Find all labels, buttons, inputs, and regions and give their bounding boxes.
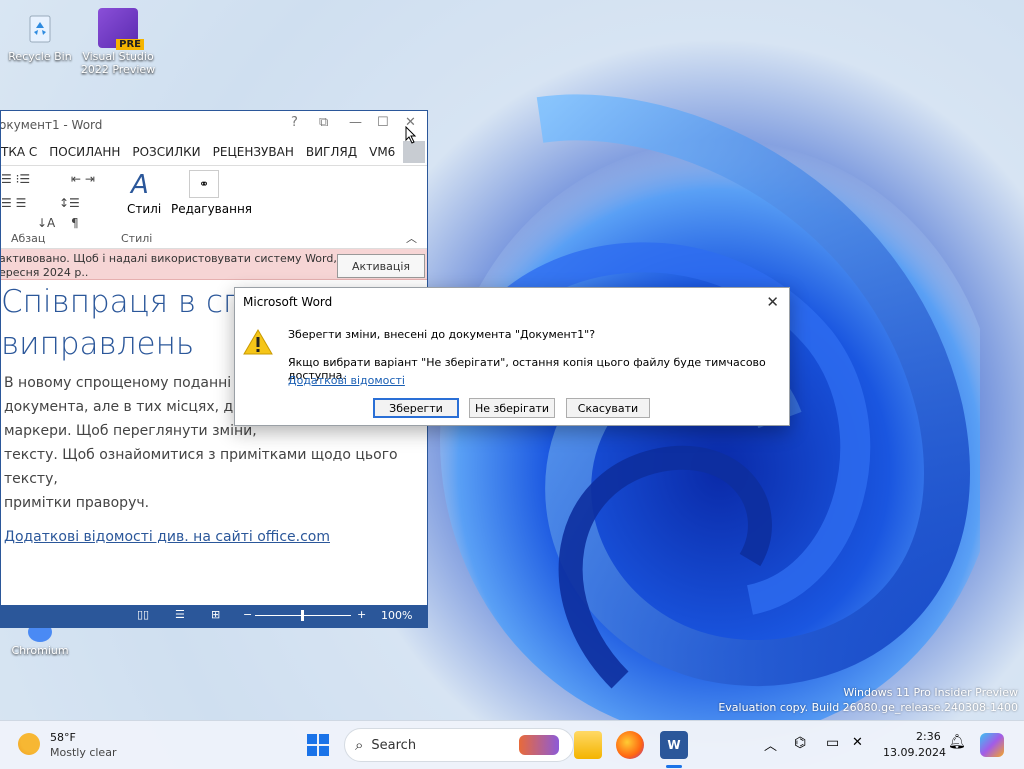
group-label-paragraph: Абзац <box>11 232 46 245</box>
warning-icon <box>243 329 273 355</box>
group-label-styles: Стилі <box>121 232 153 245</box>
activation-text-2: ересня 2024 р.. <box>0 266 89 279</box>
display-icon[interactable]: ▭ <box>826 735 839 751</box>
web-layout-icon[interactable]: ⊞ <box>211 608 220 621</box>
more-info-link[interactable]: Додаткові відомості <box>288 374 405 387</box>
dialog-close-button[interactable]: ✕ <box>766 293 779 311</box>
save-button[interactable]: Зберегти <box>373 398 459 418</box>
pilcrow-icon[interactable]: ¶ <box>71 216 79 230</box>
weather-widget[interactable]: 58°F Mostly clear <box>14 729 124 763</box>
account-name[interactable]: VM6 <box>363 145 401 159</box>
ribbon-tabs: ТКА С ПОСИЛАНН РОЗСИЛКИ РЕЦЕНЗУВАН ВИГЛЯ… <box>1 139 427 166</box>
watermark-line-2: Evaluation copy. Build 26080.ge_release.… <box>718 701 1018 714</box>
list-icon[interactable]: ☰ ⁝☰ <box>1 172 30 186</box>
search-placeholder: Search <box>371 737 417 753</box>
dialog-titlebar[interactable]: Microsoft Word <box>235 288 789 316</box>
dont-save-button[interactable]: Не зберігати <box>469 398 555 418</box>
ribbon-body: ☰ ⁝☰ ⇤ ⇥ ☰ ☰ ↕☰ ↓A ¶ Абзац A Стилі Стилі… <box>1 166 427 249</box>
mouse-cursor-icon <box>405 126 417 144</box>
tray-overflow-icon[interactable]: ︿ <box>764 735 777 754</box>
save-changes-dialog[interactable]: Microsoft Word ✕ Зберегти зміни, внесені… <box>234 287 790 426</box>
word-titlebar[interactable]: окумент1 - Word ? ⧉ — ☐ ✕ <box>1 111 427 139</box>
notification-bell-icon[interactable]: 🔔︎ <box>948 734 966 750</box>
taskbar-search[interactable]: ⌕ Search <box>344 728 574 762</box>
word-window-title: окумент1 - Word <box>0 118 103 132</box>
styles-button-label[interactable]: Стилі <box>127 202 161 216</box>
desktop-icon-recycle-bin[interactable]: Recycle Bin <box>2 4 78 63</box>
copilot-icon[interactable] <box>980 733 1004 757</box>
sort-icon[interactable]: ↓A <box>37 216 55 230</box>
activation-bar: активовано. Щоб і надалі використовувати… <box>1 249 427 280</box>
pre-badge: PRE <box>116 39 144 50</box>
tab-view[interactable]: ВИГЛЯД <box>300 145 363 159</box>
volume-muted-icon[interactable]: ✕ <box>852 735 863 750</box>
tab-mailings[interactable]: РОЗСИЛКИ <box>126 145 206 159</box>
tab-layout[interactable]: ТКА С <box>1 145 43 159</box>
collapse-ribbon-icon[interactable]: ︿ <box>406 230 417 246</box>
word-taskbar-icon[interactable]: W <box>660 731 688 759</box>
tab-review[interactable]: РЕЦЕНЗУВАН <box>207 145 300 159</box>
minimize-button[interactable]: — <box>349 115 362 130</box>
print-layout-icon[interactable]: ☰ <box>175 608 185 621</box>
watermark-line-1: Windows 11 Pro Insider Preview <box>843 686 1018 699</box>
editing-button-label[interactable]: Редагування <box>171 202 252 216</box>
dialog-title: Microsoft Word <box>243 295 333 309</box>
desktop-icon-label: Chromium <box>11 644 69 657</box>
recycle-bin-icon <box>20 8 60 48</box>
desktop-icon-label: Visual Studio 2022 Preview <box>80 50 156 76</box>
desktop-icon-label: Recycle Bin <box>8 50 72 63</box>
indent-icon[interactable]: ⇤ ⇥ <box>71 172 95 186</box>
start-button[interactable] <box>304 731 332 759</box>
binoculars-icon[interactable]: ⚭ <box>189 170 219 198</box>
clock-time[interactable]: 2:36 <box>916 730 941 743</box>
activate-button[interactable]: Активація <box>337 254 425 278</box>
file-explorer-icon[interactable] <box>574 731 602 759</box>
weather-moon-icon <box>18 733 40 755</box>
desktop-icon-visual-studio[interactable]: PRE Visual Studio 2022 Preview <box>80 4 156 76</box>
search-highlight-icon <box>519 735 559 755</box>
maximize-button[interactable]: ☐ <box>377 115 389 130</box>
visual-studio-icon: PRE <box>98 8 144 50</box>
help-button[interactable]: ? <box>291 115 298 130</box>
line-spacing-icon[interactable]: ↕☰ <box>59 196 80 210</box>
doc-line: примітки праворуч. <box>4 495 150 511</box>
search-icon: ⌕ <box>355 736 364 754</box>
doc-line: тексту. Щоб ознайомитися з примітками що… <box>4 447 398 487</box>
taskbar: 58°F Mostly clear ⌕ Search W ︿ ⌬ ▭ ✕ 2:3… <box>0 720 1024 769</box>
tab-references[interactable]: ПОСИЛАНН <box>43 145 126 159</box>
zoom-in-button[interactable]: + <box>357 608 366 621</box>
activation-text-1: активовано. Щоб і надалі використовувати… <box>0 252 337 265</box>
network-icon[interactable]: ⌬ <box>794 735 806 751</box>
zoom-slider-thumb[interactable] <box>301 610 304 621</box>
clock-date[interactable]: 13.09.2024 <box>883 746 946 759</box>
align-icon[interactable]: ☰ ☰ <box>1 196 26 210</box>
zoom-out-button[interactable]: − <box>243 608 252 621</box>
windows-logo-icon <box>307 734 329 756</box>
weather-desc: Mostly clear <box>50 746 117 759</box>
zoom-level[interactable]: 100% <box>381 609 412 622</box>
styles-icon[interactable]: A <box>131 170 149 200</box>
account-avatar-icon[interactable] <box>403 141 426 163</box>
firefox-icon[interactable] <box>616 731 644 759</box>
weather-temp: 58°F <box>50 731 76 744</box>
doc-link-office[interactable]: Додаткові відомості див. на сайті office… <box>4 529 330 545</box>
ribbon-display-button[interactable]: ⧉ <box>319 115 328 130</box>
status-bar: ▯▯ ☰ ⊞ − + 100% <box>1 605 427 627</box>
read-mode-icon[interactable]: ▯▯ <box>137 608 149 621</box>
dialog-message: Зберегти зміни, внесені до документа "До… <box>288 328 596 341</box>
cancel-button[interactable]: Скасувати <box>566 398 650 418</box>
